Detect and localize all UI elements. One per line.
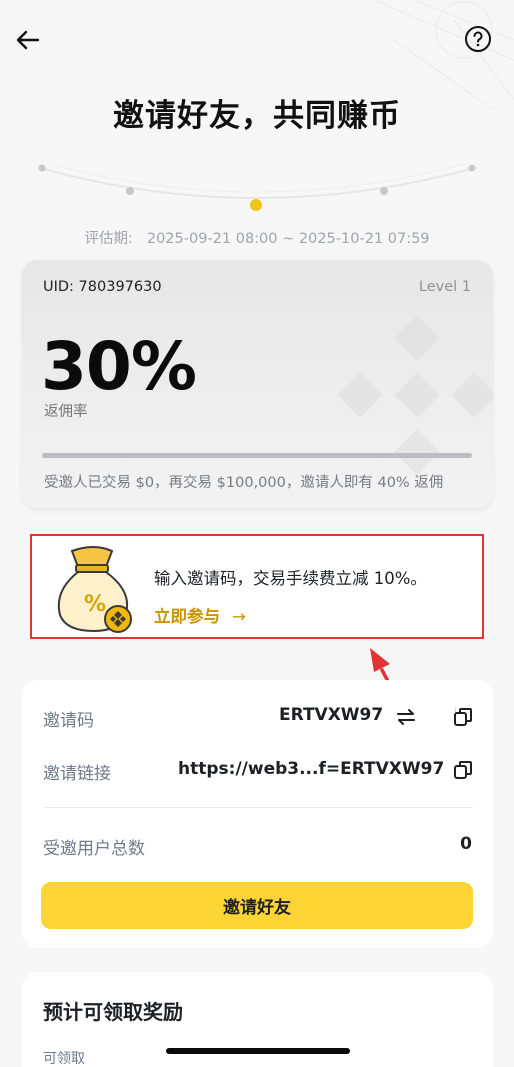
arrow-right-icon: → bbox=[232, 607, 246, 626]
join-now-link[interactable]: 立即参与 → bbox=[154, 603, 246, 627]
copy-code-icon[interactable] bbox=[452, 706, 474, 728]
period-range: 2025-09-21 08:00 ~ 2025-10-21 07:59 bbox=[146, 231, 430, 247]
join-now-label: 立即参与 bbox=[154, 607, 220, 626]
arrow-left-icon[interactable] bbox=[14, 26, 42, 54]
claimable-label: 可领取 bbox=[43, 1051, 85, 1067]
svg-text:%: % bbox=[84, 592, 106, 617]
user-uid: UID: 780397630 bbox=[43, 279, 162, 295]
money-bag-icon: % bbox=[57, 546, 132, 633]
page-title: 邀请好友，共同赚币 bbox=[113, 98, 401, 134]
exchange-logo-watermark-icon bbox=[337, 315, 493, 475]
invite-code-label: 邀请码 bbox=[43, 711, 94, 731]
tier-card: UID: 780397630 Level 1 30% 返佣率 受邀人已交易 $0… bbox=[22, 260, 493, 508]
invite-link-label: 邀请链接 bbox=[43, 764, 111, 784]
copy-link-icon[interactable] bbox=[452, 759, 474, 781]
question-circle-icon[interactable] bbox=[464, 25, 492, 53]
invite-panel: 邀请码 ERTVXW97 邀请链接 https://web3...f=ERTVX… bbox=[22, 680, 493, 948]
swap-icon[interactable] bbox=[395, 706, 417, 728]
evaluation-period: 评估期: 2025-09-21 08:00 ~ 2025-10-21 07:59 bbox=[0, 227, 514, 248]
panel-divider bbox=[43, 807, 473, 808]
home-indicator[interactable] bbox=[166, 1048, 350, 1054]
tier-hint: 受邀人已交易 $0，再交易 $100,000，邀请人即有 40% 返佣 bbox=[44, 475, 444, 491]
rewards-title: 预计可领取奖励 bbox=[43, 1000, 183, 1024]
level-arc bbox=[38, 163, 476, 211]
commission-rate: 30% bbox=[41, 328, 197, 405]
commission-rate-label: 返佣率 bbox=[44, 404, 88, 420]
level-badge: Level 1 bbox=[418, 279, 471, 295]
total-invitees-label: 受邀用户总数 bbox=[43, 839, 145, 859]
period-label: 评估期: bbox=[84, 231, 133, 247]
referral-code-promo[interactable]: % 输入邀请码，交易手续费立减 10%。 立即参与 → bbox=[30, 534, 484, 639]
total-invitees-value: 0 bbox=[460, 834, 472, 854]
tier-progress-bar bbox=[42, 453, 472, 458]
promo-text: 输入邀请码，交易手续费立减 10%。 bbox=[154, 569, 427, 588]
invite-link-value: https://web3...f=ERTVXW97 bbox=[178, 759, 445, 779]
invite-friends-button[interactable]: 邀请好友 bbox=[41, 882, 473, 929]
invite-code-value: ERTVXW97 bbox=[279, 705, 384, 725]
top-bar bbox=[0, 0, 514, 111]
